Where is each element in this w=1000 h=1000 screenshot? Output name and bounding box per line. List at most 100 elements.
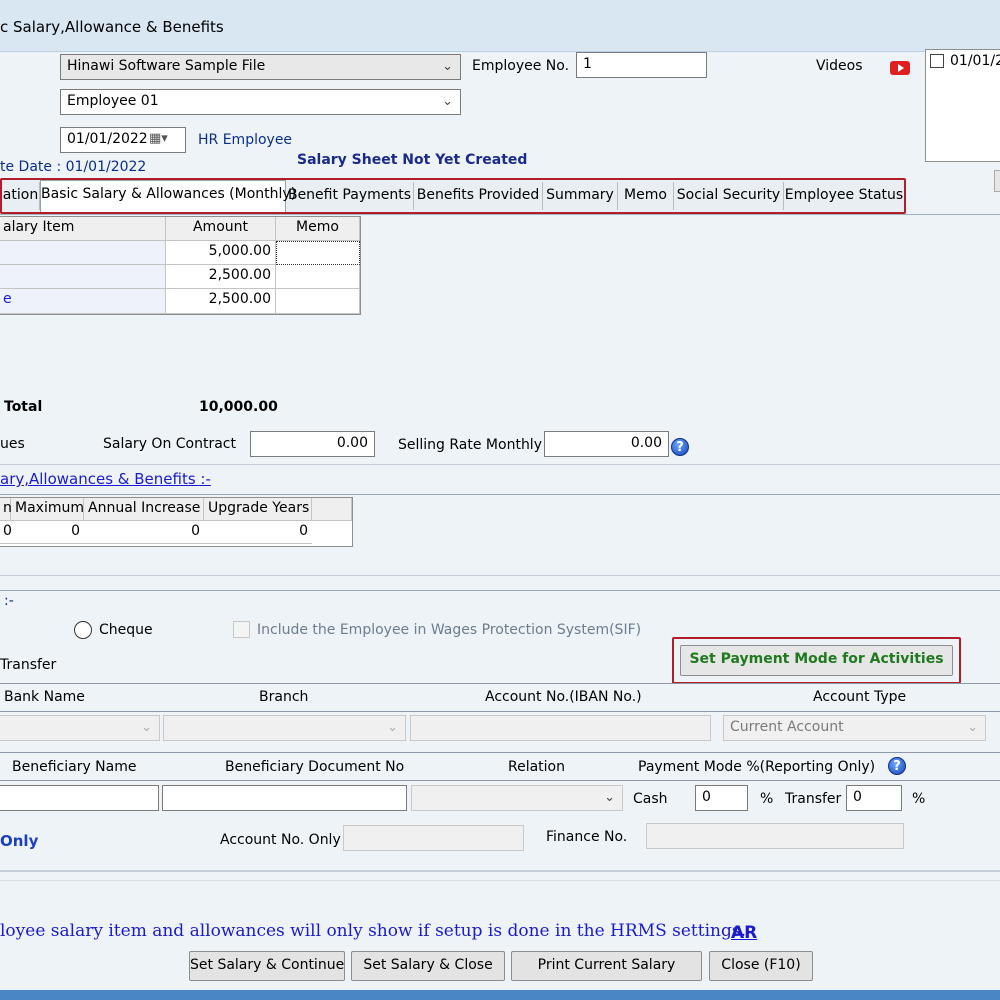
window-bottom-border bbox=[0, 990, 1000, 1000]
finance-no-input[interactable] bbox=[646, 823, 904, 849]
finance-no-label: Finance No. bbox=[546, 829, 628, 845]
divider bbox=[0, 464, 1000, 465]
beneficiary-name-input[interactable] bbox=[0, 785, 159, 811]
employee-no-input[interactable]: 1 bbox=[576, 52, 707, 78]
settings-note: loyee salary item and allowances will on… bbox=[0, 921, 746, 941]
company-select[interactable]: Hinawi Software Sample File ⌄ bbox=[60, 54, 461, 80]
tab-employee-status[interactable]: Employee Status bbox=[784, 182, 904, 210]
chevron-down-icon: ⌄ bbox=[387, 720, 398, 735]
tab-label: Summary bbox=[546, 187, 614, 203]
grid-header-amount: Amount bbox=[166, 217, 276, 241]
grid-cell-item[interactable] bbox=[0, 241, 166, 265]
print-salary-button[interactable]: Print Current Salary bbox=[511, 951, 702, 981]
increment-cell-upgrade[interactable]: 0 bbox=[204, 521, 312, 544]
divider bbox=[0, 590, 1000, 591]
values-label: ues bbox=[0, 436, 25, 452]
increment-header-max: Maximum bbox=[11, 498, 84, 521]
company-select-value: Hinawi Software Sample File bbox=[67, 58, 266, 74]
transfer-percent-input[interactable]: 0 bbox=[846, 785, 902, 811]
employee-select[interactable]: Employee 01 ⌄ bbox=[60, 89, 461, 115]
beneficiary-doc-input[interactable] bbox=[162, 785, 407, 811]
account-type-select[interactable]: Current Account ⌄ bbox=[723, 715, 986, 741]
chevron-down-icon: ⌄ bbox=[442, 94, 453, 109]
selling-rate-label: Selling Rate Monthly bbox=[398, 437, 542, 453]
increment-grid[interactable]: n Maximum Annual Increase Upgrade Years … bbox=[0, 497, 353, 547]
cheque-radio[interactable] bbox=[74, 621, 92, 639]
date-picker[interactable]: 01/01/2022 ▦▾ bbox=[60, 127, 186, 153]
account-type-value: Current Account bbox=[730, 719, 844, 735]
transfer-label: Transfer bbox=[0, 657, 57, 673]
selling-rate-input[interactable]: 0.00 bbox=[544, 431, 669, 457]
cash-percent-sign: % bbox=[760, 791, 774, 807]
grid-cell-amount[interactable]: 5,000.00 bbox=[166, 241, 276, 265]
cash-percent-input[interactable]: 0 bbox=[695, 785, 748, 811]
video-checkbox[interactable] bbox=[930, 54, 944, 68]
payment-mode-header: Payment Mode %(Reporting Only) bbox=[638, 759, 876, 775]
increment-cell-min[interactable]: 0 bbox=[0, 521, 12, 544]
grid-cell-item[interactable] bbox=[0, 265, 166, 289]
grid-cell-amount[interactable]: 2,500.00 bbox=[166, 289, 276, 314]
tab-memo[interactable]: Memo bbox=[618, 182, 674, 210]
tab-content-border bbox=[0, 214, 1000, 215]
help-icon[interactable]: ? bbox=[888, 757, 906, 775]
grid-cell-memo[interactable] bbox=[276, 289, 360, 314]
increment-cell-max[interactable]: 0 bbox=[11, 521, 84, 544]
employee-no-label: Employee No. bbox=[472, 58, 570, 74]
only-label: Only bbox=[0, 832, 39, 850]
set-payment-mode-button[interactable]: Set Payment Mode for Activities bbox=[680, 645, 953, 676]
increment-header-min: n bbox=[0, 498, 12, 521]
divider bbox=[0, 494, 1000, 495]
set-salary-close-button[interactable]: Set Salary & Close bbox=[351, 951, 505, 981]
calendar-icon[interactable]: ▦▾ bbox=[149, 131, 168, 146]
video-item-label: 01/01/2 bbox=[950, 53, 1000, 69]
tab-basic-salary[interactable]: Basic Salary & Allowances (Monthly) bbox=[40, 180, 296, 212]
video-list[interactable]: 01/01/2 bbox=[925, 49, 1000, 162]
date-value: 01/01/2022 bbox=[67, 131, 148, 147]
account-no-only-input[interactable] bbox=[343, 825, 524, 851]
tab-summary[interactable]: Summary bbox=[543, 182, 618, 210]
videos-label: Videos bbox=[816, 58, 863, 74]
divider bbox=[0, 880, 1000, 881]
side-scroll-button[interactable] bbox=[994, 170, 1000, 192]
tab-information[interactable]: ation bbox=[2, 182, 40, 210]
selling-rate-value: 0.00 bbox=[630, 435, 662, 451]
sif-label: Include the Employee in Wages Protection… bbox=[257, 622, 642, 638]
salary-on-contract-input[interactable]: 0.00 bbox=[250, 431, 375, 457]
grid-cell-memo[interactable] bbox=[276, 241, 360, 265]
youtube-icon[interactable] bbox=[890, 61, 910, 75]
account-no-input[interactable] bbox=[410, 715, 711, 741]
relation-select[interactable]: ⌄ bbox=[411, 785, 623, 811]
total-label: Total bbox=[4, 399, 43, 415]
hr-employee-label: HR Employee bbox=[198, 132, 293, 148]
bank-name-select[interactable]: ⌄ bbox=[0, 715, 160, 741]
transfer-pct-label: Transfer bbox=[785, 791, 842, 807]
increment-link[interactable]: ary,Allowances & Benefits :- bbox=[0, 470, 211, 488]
sif-checkbox[interactable] bbox=[233, 621, 250, 638]
ar-language-link[interactable]: AR bbox=[731, 923, 757, 943]
branch-select[interactable]: ⌄ bbox=[163, 715, 406, 741]
tab-label: Benefit Payments bbox=[287, 187, 412, 203]
increment-cell-annual[interactable]: 0 bbox=[84, 521, 204, 544]
grid-header-memo: Memo bbox=[276, 217, 360, 241]
divider bbox=[0, 711, 1000, 712]
grid-cell-memo[interactable] bbox=[276, 265, 360, 289]
tab-social-security[interactable]: Social Security bbox=[674, 182, 784, 210]
chevron-down-icon: ⌄ bbox=[967, 720, 978, 735]
tab-benefits-provided[interactable]: Benefits Provided bbox=[414, 182, 543, 210]
bank-name-header: Bank Name bbox=[4, 689, 85, 705]
divider bbox=[0, 780, 1000, 781]
divider bbox=[0, 575, 1000, 576]
tab-label: ation bbox=[2, 187, 39, 203]
set-salary-continue-button[interactable]: Set Salary & Continue bbox=[189, 951, 345, 981]
grid-header-item: alary Item bbox=[0, 217, 166, 241]
cash-percent-value: 0 bbox=[702, 789, 711, 805]
help-icon[interactable]: ? bbox=[671, 438, 689, 456]
grid-cell-amount[interactable]: 2,500.00 bbox=[166, 265, 276, 289]
close-button[interactable]: Close (F10) bbox=[709, 951, 813, 981]
tab-label: Social Security bbox=[676, 187, 781, 203]
tab-benefit-payments[interactable]: Benefit Payments bbox=[286, 182, 414, 210]
transfer-percent-value: 0 bbox=[853, 789, 862, 805]
grid-cell-item[interactable]: e bbox=[0, 289, 166, 314]
salary-grid[interactable]: alary Item Amount Memo 5,000.00 2,500.00… bbox=[0, 216, 361, 315]
account-no-header: Account No.(IBAN No.) bbox=[485, 689, 642, 705]
